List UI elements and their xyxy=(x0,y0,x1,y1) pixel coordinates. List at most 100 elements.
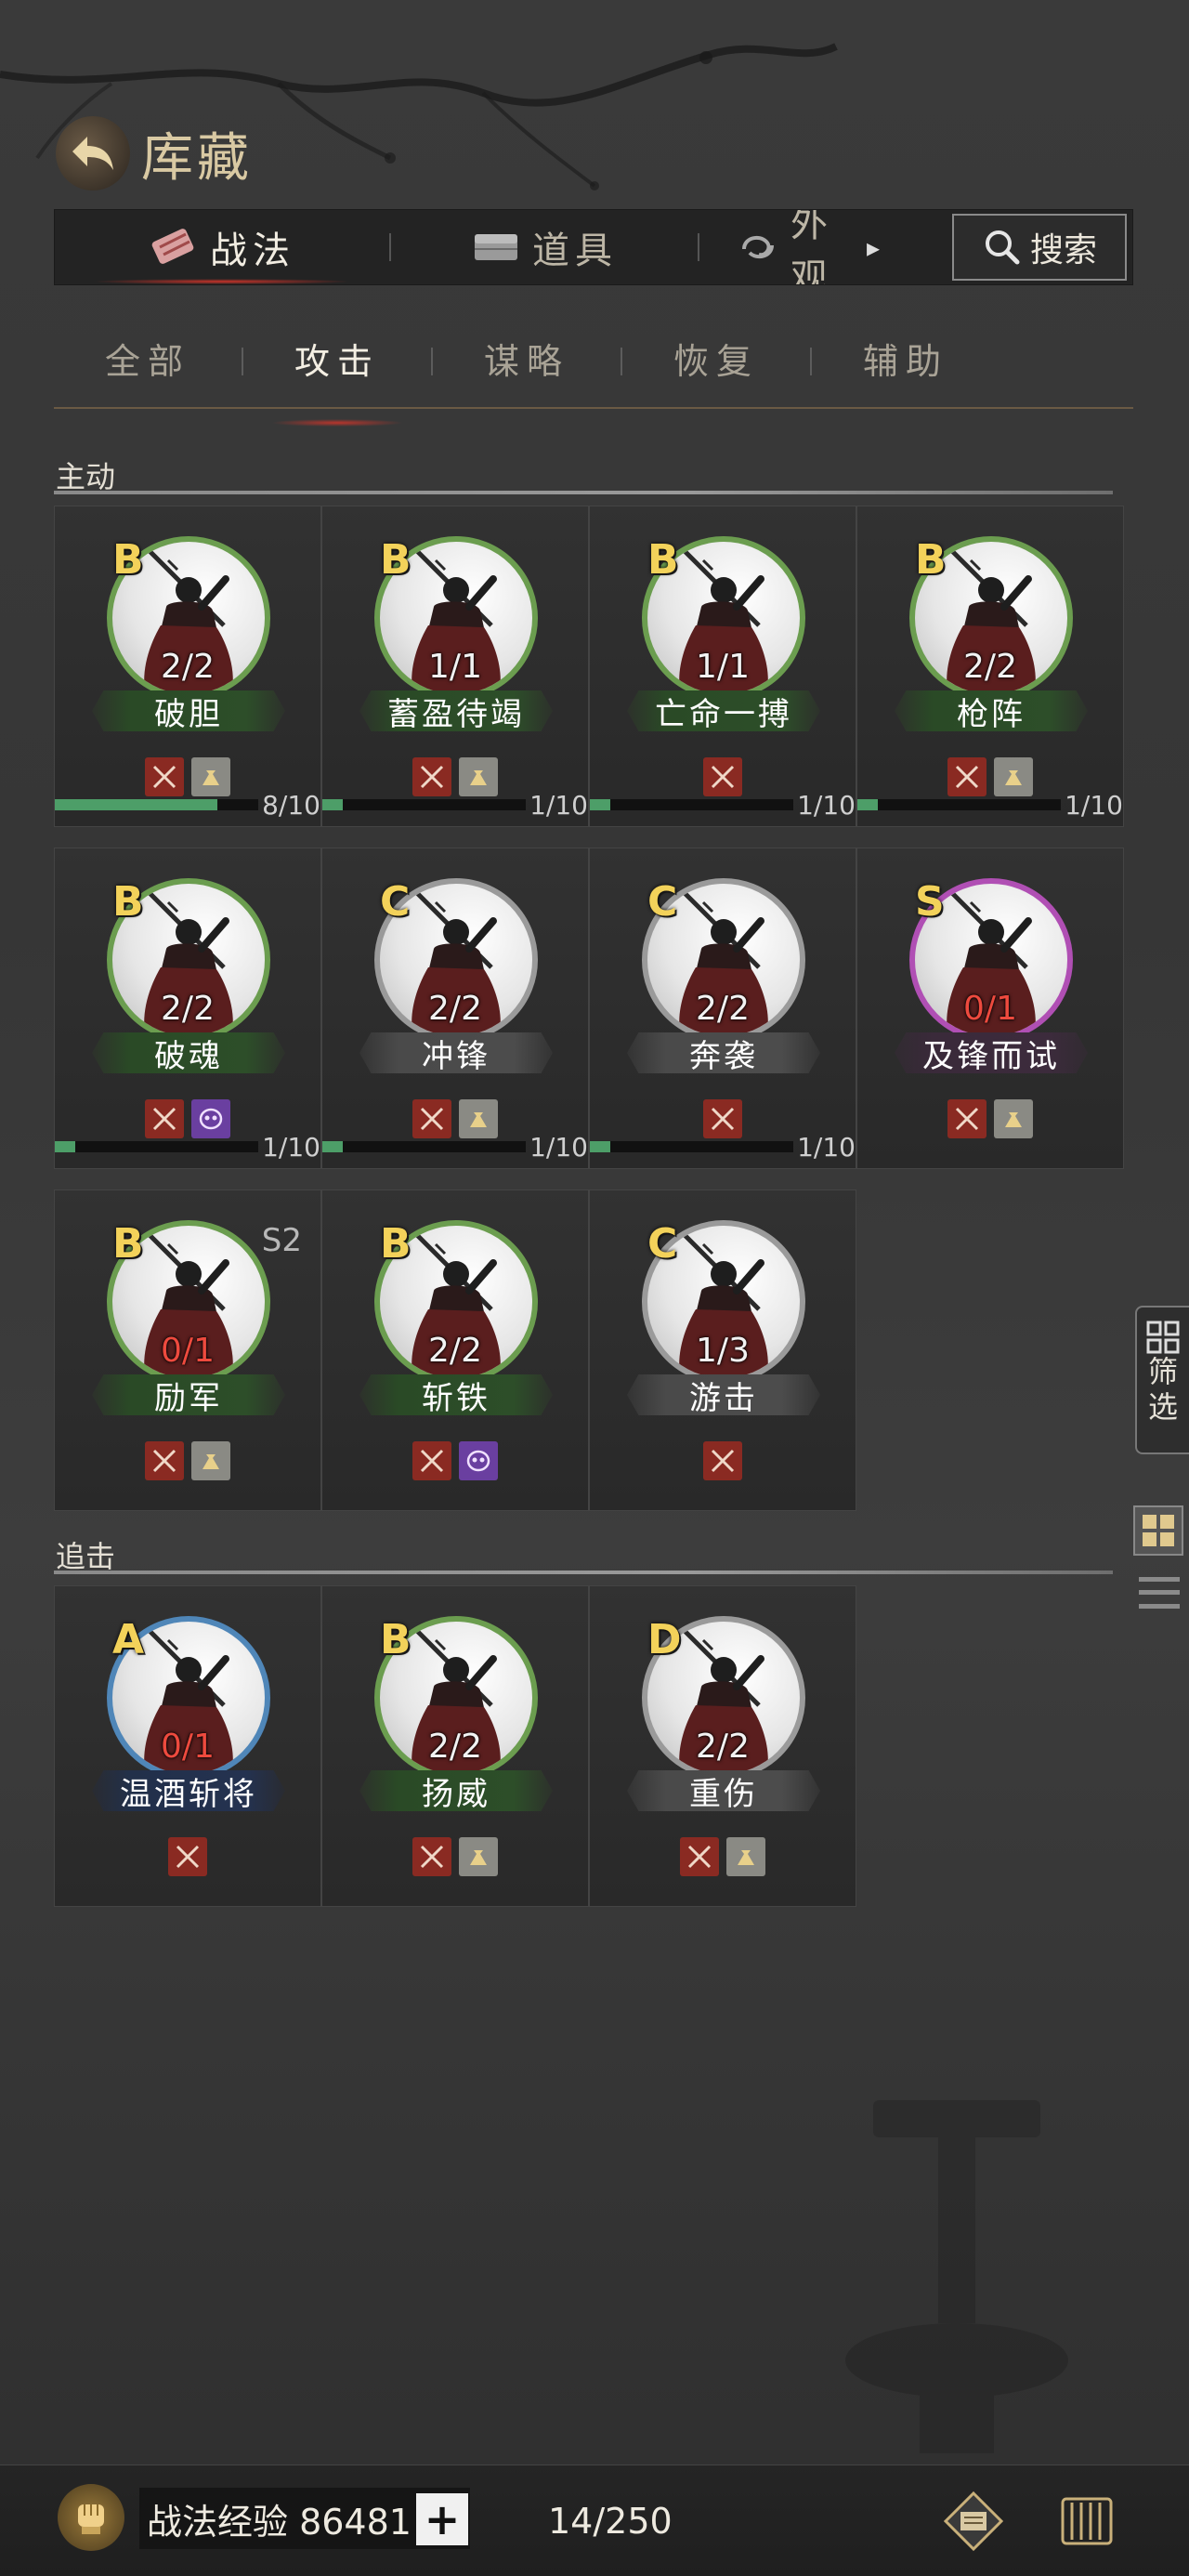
back-arrow-icon xyxy=(72,137,113,170)
tactic-card[interactable]: B 1/1 蓄盈待竭 1/10 xyxy=(321,506,589,827)
grade-badge: B xyxy=(380,536,412,584)
type-icons xyxy=(55,1837,320,1876)
tab-items-label: 道具 xyxy=(532,230,618,272)
tactic-card[interactable]: D 2/2 重伤 xyxy=(589,1585,856,1907)
filter-button[interactable]: 筛 选 xyxy=(1135,1306,1189,1454)
owned-count: 2/2 xyxy=(428,1332,482,1370)
chevron-right-icon: ▸ xyxy=(866,231,885,263)
sword-type-icon xyxy=(412,1441,451,1480)
search-label: 搜索 xyxy=(1029,231,1097,269)
tactic-name: 温酒斩将 xyxy=(92,1770,285,1811)
page-title: 库藏 xyxy=(141,127,253,189)
upgrade-progress: 1/10 xyxy=(322,790,588,821)
tactic-card[interactable]: C 2/2 冲锋 1/10 xyxy=(321,848,589,1169)
subtab-attack[interactable]: 攻击 xyxy=(243,334,431,427)
owned-count: 1/1 xyxy=(696,648,750,686)
grade-badge: B xyxy=(647,536,679,584)
progress-bar xyxy=(590,799,794,810)
progress-fill xyxy=(55,1141,75,1152)
type-icons xyxy=(857,1099,1123,1138)
progress-fill xyxy=(322,799,343,810)
search-button[interactable]: 搜索 xyxy=(952,214,1127,281)
grid-view-toggle[interactable] xyxy=(1133,1505,1183,1556)
bottom-bar: 战法经验 86481 + 14/250 xyxy=(0,2464,1189,2576)
owned-count: 2/2 xyxy=(428,1728,482,1766)
subtab-support[interactable]: 辅助 xyxy=(812,334,1000,389)
tactic-card[interactable]: C 2/2 奔袭 1/10 xyxy=(589,848,856,1169)
swirl-icon xyxy=(737,229,779,266)
tactic-card[interactable]: B 1/1 亡命一搏 1/10 xyxy=(589,506,856,827)
progress-bar xyxy=(55,799,259,810)
subtab-strategy[interactable]: 谋略 xyxy=(433,334,621,389)
progress-text: 1/10 xyxy=(262,1131,320,1163)
capacity-count: 14/250 xyxy=(548,2501,673,2542)
progress-fill xyxy=(322,1141,343,1152)
progress-bar xyxy=(590,1141,794,1152)
tactic-name: 奔袭 xyxy=(627,1032,820,1073)
tactic-name: 冲锋 xyxy=(359,1032,553,1073)
tactic-name: 破胆 xyxy=(92,690,285,731)
tactic-card[interactable]: B 2/2 斩铁 xyxy=(321,1189,589,1511)
bamboo-slip-icon xyxy=(1061,2497,1113,2545)
sword-type-icon xyxy=(947,1099,986,1138)
bamboo-slip-button[interactable] xyxy=(1052,2486,1122,2556)
grade-badge: B xyxy=(112,536,144,584)
page-header: 库藏 xyxy=(56,116,253,191)
owned-count: 2/2 xyxy=(696,990,750,1028)
tactic-name: 重伤 xyxy=(627,1770,820,1811)
grade-badge: B xyxy=(112,878,144,926)
grade-badge: C xyxy=(647,1220,678,1268)
progress-fill xyxy=(857,799,878,810)
list-view-toggle[interactable] xyxy=(1139,1572,1180,1613)
fist-exp-icon xyxy=(58,2484,124,2551)
progress-text: 1/10 xyxy=(529,1131,588,1163)
grade-badge: B xyxy=(112,1220,144,1268)
subtab-recovery[interactable]: 恢复 xyxy=(622,334,810,389)
upgrade-progress: 1/10 xyxy=(590,790,856,821)
add-exp-button[interactable]: + xyxy=(416,2493,468,2545)
grade-badge: D xyxy=(647,1616,682,1663)
tactic-card[interactable]: B 2/2 破魂 1/10 xyxy=(54,848,321,1169)
owned-count: 0/1 xyxy=(161,1332,215,1370)
owned-count: 2/2 xyxy=(696,1728,750,1766)
category-tabs: 全部 攻击 谋略 恢复 辅助 xyxy=(54,316,1133,427)
tactic-card[interactable]: A 0/1 温酒斩将 xyxy=(54,1585,321,1907)
filter-label-1: 筛 xyxy=(1147,1354,1178,1389)
tab-appearance[interactable]: 外观 ▸ xyxy=(699,210,885,284)
type-icons xyxy=(590,1441,856,1480)
type-icons xyxy=(322,1441,588,1480)
back-button[interactable] xyxy=(56,116,130,191)
bag-type-icon xyxy=(994,1099,1033,1138)
scroll-book-button[interactable] xyxy=(938,2486,1009,2556)
tab-tactics[interactable]: 战法 xyxy=(55,210,389,284)
grade-badge: B xyxy=(380,1616,412,1663)
lamp-decoration xyxy=(845,2100,1068,2453)
owned-count: 2/2 xyxy=(963,648,1017,686)
tactic-card[interactable]: S 0/1 及锋而试 xyxy=(856,848,1124,1169)
bag-type-icon xyxy=(191,1441,230,1480)
search-icon xyxy=(985,230,1020,265)
tactic-card[interactable]: B 2/2 枪阵 1/10 xyxy=(856,506,1124,827)
sword-type-icon xyxy=(145,1441,184,1480)
sword-type-icon xyxy=(412,1837,451,1876)
filter-label-2: 选 xyxy=(1147,1389,1178,1425)
subtab-all[interactable]: 全部 xyxy=(54,334,242,389)
grade-badge: B xyxy=(380,1220,412,1268)
owned-count: 1/3 xyxy=(696,1332,750,1370)
grade-badge: C xyxy=(380,878,411,926)
progress-fill xyxy=(55,799,218,810)
mask-type-icon xyxy=(459,1441,498,1480)
owned-count: 2/2 xyxy=(161,990,215,1028)
tab-items[interactable]: 道具 xyxy=(391,210,698,284)
progress-bar xyxy=(322,1141,527,1152)
season-tag: S2 xyxy=(261,1222,302,1259)
upgrade-progress: 8/10 xyxy=(55,790,320,821)
type-icons xyxy=(590,1837,856,1876)
tactic-card[interactable]: C 1/3 游击 xyxy=(589,1189,856,1511)
chest-icon xyxy=(471,229,521,266)
tactic-card[interactable]: B 2/2 破胆 8/10 xyxy=(54,506,321,827)
owned-count: 2/2 xyxy=(428,990,482,1028)
tactic-card[interactable]: B 2/2 扬威 xyxy=(321,1585,589,1907)
tactic-card[interactable]: B S2 0/1 励军 xyxy=(54,1189,321,1511)
progress-fill xyxy=(590,799,610,810)
